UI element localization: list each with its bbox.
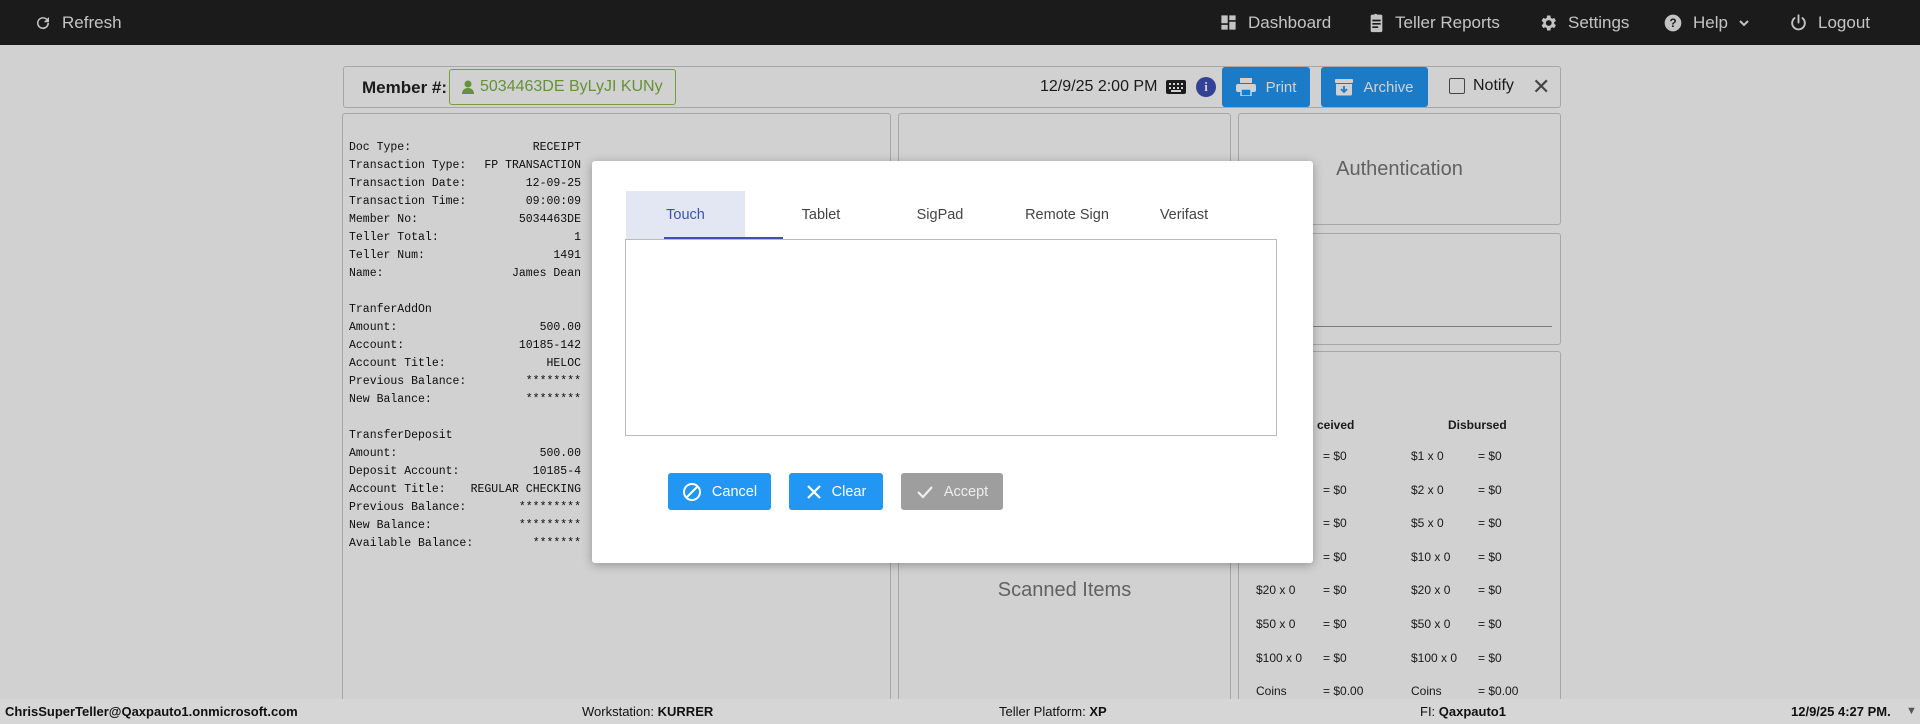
cancel-icon: [682, 482, 701, 501]
tab-tablet[interactable]: Tablet: [781, 191, 861, 239]
status-platform: Teller Platform: XP: [999, 704, 1107, 719]
accept-button[interactable]: Accept: [901, 473, 1003, 510]
check-icon: [917, 485, 933, 499]
signature-canvas[interactable]: [625, 239, 1277, 436]
status-fi: FI: Qaxpauto1: [1420, 704, 1506, 719]
status-bar: ChrisSuperTeller@Qaxpauto1.onmicrosoft.c…: [0, 699, 1920, 724]
cancel-label: Cancel: [711, 483, 758, 500]
clear-label: Clear: [831, 483, 867, 500]
tab-remote-sign[interactable]: Remote Sign: [1010, 191, 1124, 239]
tab-verifast[interactable]: Verifast: [1144, 191, 1224, 239]
status-workstation: Workstation: KURRER: [582, 704, 714, 719]
scroll-down-icon[interactable]: ▼: [1906, 705, 1917, 717]
tab-touch[interactable]: Touch: [626, 191, 783, 239]
cancel-button[interactable]: Cancel: [668, 473, 771, 510]
status-user: ChrisSuperTeller@Qaxpauto1.onmicrosoft.c…: [5, 704, 298, 719]
status-datetime: 12/9/25 4:27 PM.: [1791, 704, 1891, 719]
x-icon: [806, 484, 821, 499]
clear-button[interactable]: Clear: [789, 473, 883, 510]
signature-tabs: Touch Tablet SigPad Remote Sign Verifast: [626, 191, 1246, 239]
tab-sigpad[interactable]: SigPad: [900, 191, 980, 239]
signature-modal: Touch Tablet SigPad Remote Sign Verifast…: [592, 161, 1313, 563]
accept-label: Accept: [943, 483, 989, 500]
